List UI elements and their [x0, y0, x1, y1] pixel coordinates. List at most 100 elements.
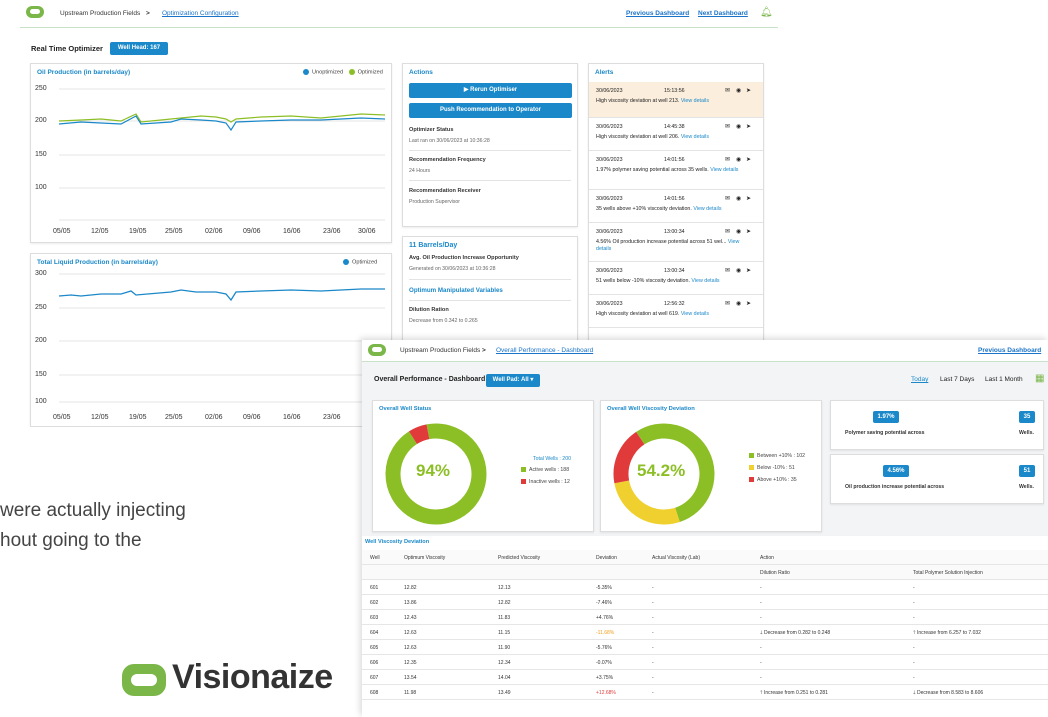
opportunity-label: Avg. Oil Production Increase Opportunity [409, 255, 519, 261]
app-logo-icon[interactable] [26, 6, 44, 18]
calendar-icon[interactable]: ▦ [1035, 373, 1044, 384]
liquid-ytick: 100 [35, 398, 47, 405]
eye-icon[interactable]: ◉ [736, 195, 741, 202]
email-icon[interactable]: ✉ [725, 123, 730, 130]
alert-item[interactable]: 30/06/2023 12:56:32 ✉ ◉ ➤ High viscosity devi… [589, 295, 763, 328]
rerun-optimiser-button[interactable]: ▶ Rerun Optimiser [409, 83, 572, 98]
col-header: Deviation [596, 555, 617, 561]
col-header: Well [370, 555, 380, 561]
eye-icon[interactable]: ◉ [736, 300, 741, 307]
range-1month-tab[interactable]: Last 1 Month [985, 376, 1023, 383]
email-icon[interactable]: ✉ [725, 228, 730, 235]
view-details-link[interactable]: View details [681, 134, 709, 140]
recommendation-frequency-value: 24 Hours [409, 168, 431, 174]
view-details-link[interactable]: View details [681, 311, 709, 317]
alert-item[interactable]: 30/06/2023 13:00:34 ✉ ◉ ➤ 51 wells below -10%… [589, 262, 763, 295]
slide-tagline-line1: were actually injecting [0, 500, 186, 521]
email-icon[interactable]: ✉ [725, 195, 730, 202]
breadcrumb-current[interactable]: Overall Performance - Dashboard [496, 347, 593, 354]
viscosity-table-title: Well Viscosity Deviation [365, 539, 430, 545]
page-title: Real Time Optimizer [31, 44, 103, 53]
legend-swatch [521, 479, 526, 485]
eye-icon[interactable]: ◉ [736, 123, 741, 130]
oil-ytick: 200 [35, 117, 47, 124]
alert-date: 30/06/2023 [596, 229, 623, 235]
table-cell: 🡓 Decrease from 8.583 to 8.606 [913, 690, 984, 696]
liquid-xtick: 02/06 [205, 414, 223, 421]
range-today-tab[interactable]: Today [911, 376, 928, 383]
send-icon[interactable]: ➤ [746, 156, 751, 163]
alert-item[interactable]: 30/06/2023 14:01:56 ✉ ◉ ➤ 35 wells above +10%… [589, 190, 763, 223]
table-row[interactable]: 603 12.43 11.83 +4.76% - - - [362, 610, 1048, 625]
table-row[interactable]: 605 12.63 11.90 -5.76% - - - [362, 640, 1048, 655]
alert-date: 30/06/2023 [596, 157, 623, 163]
table-row[interactable]: 602 13.86 12.82 -7.46% - - - [362, 595, 1048, 610]
email-icon[interactable]: ✉ [725, 87, 730, 94]
send-icon[interactable]: ➤ [746, 123, 751, 130]
app-logo-icon[interactable] [368, 344, 386, 356]
table-cell: 601 [370, 585, 379, 591]
table-cell: 603 [370, 615, 379, 621]
table-row[interactable]: 607 13.54 14.04 +3.75% - - - [362, 670, 1048, 685]
send-icon[interactable]: ➤ [746, 300, 751, 307]
table-cell: 602 [370, 600, 379, 606]
divider [409, 279, 571, 280]
table-cell: 11.90 [498, 645, 511, 651]
view-details-link[interactable]: View details [710, 167, 738, 173]
table-cell: - [760, 675, 762, 681]
send-icon[interactable]: ➤ [746, 87, 751, 94]
alert-time: 14:45:38 [664, 124, 685, 130]
table-cell: - [913, 660, 915, 666]
oil-increase-text: Oil production increase potential across [845, 484, 945, 490]
push-recommendation-button[interactable]: Push Recommendation to Operator [409, 103, 572, 118]
view-details-link[interactable]: View details [693, 206, 721, 212]
breadcrumb-current[interactable]: Optimization Configuration [162, 10, 239, 17]
liquid-xtick: 16/06 [283, 414, 301, 421]
alert-item[interactable]: 30/06/2023 13:00:34 ✉ ◉ ➤ 4.56% Oil productio… [589, 223, 763, 262]
email-icon[interactable]: ✉ [725, 156, 730, 163]
alert-item[interactable]: 30/06/2023 14:45:38 ✉ ◉ ➤ High viscosity devi… [589, 118, 763, 151]
col-header: Optimum Viscosity [404, 555, 446, 561]
view-details-link[interactable]: View details [681, 98, 709, 104]
brand-name: Visionaize [172, 658, 333, 696]
alert-item[interactable]: 30/06/2023 14:01:56 ✉ ◉ ➤ 1.97% polymer savin… [589, 151, 763, 190]
range-7days-tab[interactable]: Last 7 Days [940, 376, 974, 383]
opportunity-generated: Generated on 30/06/2023 at 10:36:28 [409, 266, 496, 272]
liquid-ytick: 250 [35, 304, 47, 311]
send-icon[interactable]: ➤ [746, 228, 751, 235]
table-cell: - [913, 675, 915, 681]
divider [409, 300, 571, 301]
table-row[interactable]: 606 12.35 12.34 -0.07% - - - [362, 655, 1048, 670]
table-header-row: Well Optimum Viscosity Predicted Viscosi… [362, 550, 1048, 565]
eye-icon[interactable]: ◉ [736, 228, 741, 235]
alert-time: 12:56:32 [664, 301, 685, 307]
wellhead-badge[interactable]: Well Head: 167 [110, 42, 168, 55]
liquid-ytick: 300 [35, 270, 47, 277]
oil-increase-value: 4.56% [883, 465, 909, 477]
below-label: Below -10% : 51 [757, 465, 795, 471]
eye-icon[interactable]: ◉ [736, 156, 741, 163]
previous-dashboard-link[interactable]: Previous Dashboard [978, 347, 1041, 354]
breadcrumb-root[interactable]: Upstream Production Fields [60, 10, 140, 17]
eye-icon[interactable]: ◉ [736, 87, 741, 94]
previous-dashboard-link[interactable]: Previous Dashboard [626, 10, 689, 17]
alert-item[interactable]: 30/06/2023 15:13:56 ✉ ◉ ➤ High viscosity devi… [589, 82, 763, 118]
bell-icon[interactable]: 🔔︎ [760, 7, 773, 18]
email-icon[interactable]: ✉ [725, 300, 730, 307]
next-dashboard-link[interactable]: Next Dashboard [698, 10, 748, 17]
wellpad-dropdown[interactable]: Well Pad: All ▾ [486, 374, 540, 387]
email-icon[interactable]: ✉ [725, 267, 730, 274]
breadcrumb-root[interactable]: Upstream Production Fields [400, 347, 480, 354]
table-row[interactable]: 608 11.98 13.49 +12.68% - 🡑 Increase from 0.2… [362, 685, 1048, 700]
active-wells-label: Active wells : 188 [529, 467, 570, 473]
eye-icon[interactable]: ◉ [736, 267, 741, 274]
send-icon[interactable]: ➤ [746, 267, 751, 274]
table-row[interactable]: 601 12.82 12.13 -5.35% - - - [362, 580, 1048, 595]
send-icon[interactable]: ➤ [746, 195, 751, 202]
viscosity-deviation-panel: Overall Well Viscosity Deviation 54.2% B… [600, 400, 822, 532]
table-cell: 13.54 [404, 675, 417, 681]
alert-text: High viscosity deviation at well 619. [596, 311, 680, 317]
view-details-link[interactable]: View details [691, 278, 719, 284]
table-cell: 🡑 Increase from 0.251 to 0.281 [760, 690, 828, 696]
table-row[interactable]: 604 12.63 11.15 -11.68% - 🡓 Decrease from 0.2… [362, 625, 1048, 640]
